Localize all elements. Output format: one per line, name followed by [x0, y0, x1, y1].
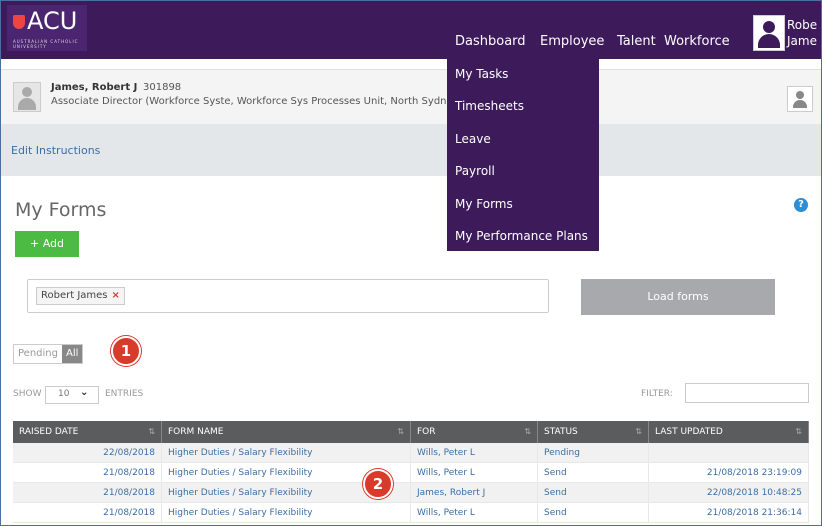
user-avatar-icon[interactable] [753, 15, 785, 51]
callout-badge-2: 2 [363, 469, 393, 499]
cell-for: Wills, Peter L [410, 502, 538, 523]
menu-item-my-performance-plans[interactable]: My Performance Plans [455, 229, 588, 243]
table-row[interactable]: 21/08/2018 Higher Duties / Salary Flexib… [13, 462, 809, 483]
show-label: SHOW [13, 389, 42, 399]
acu-logo[interactable]: ACU AUSTRALIAN CATHOLIC UNIVERSITY [7, 5, 87, 51]
menu-item-my-forms[interactable]: My Forms [455, 197, 513, 211]
table-row[interactable]: 21/08/2018 Higher Duties / Salary Flexib… [13, 482, 809, 503]
cell-status: Send [537, 462, 649, 483]
sort-icon: ⇅ [397, 427, 404, 436]
load-forms-button[interactable]: Load forms [581, 279, 775, 315]
header-label: FOR [417, 427, 436, 437]
callout-badge-1: 1 [111, 336, 141, 366]
cell-last-updated [648, 443, 809, 463]
sort-icon: ⇅ [635, 427, 642, 436]
header-label: RAISED DATE [19, 427, 79, 437]
cell-form-name[interactable]: Higher Duties / Salary Flexibility [161, 443, 411, 463]
add-button[interactable]: + Add [15, 231, 79, 257]
cell-status: Send [537, 502, 649, 523]
header-label: FORM NAME [168, 427, 224, 437]
top-nav-bar: ACU AUSTRALIAN CATHOLIC UNIVERSITY Dashb… [1, 1, 821, 59]
shield-icon [13, 15, 25, 29]
table-header-row: RAISED DATE ⇅ FORM NAME ⇅ FOR ⇅ STATUS ⇅ LAS… [13, 421, 809, 443]
chevron-down-icon: ⌄ [80, 387, 89, 398]
header-status[interactable]: STATUS ⇅ [537, 421, 649, 443]
cell-for: Wills, Peter L [410, 443, 538, 463]
filter-input[interactable] [685, 383, 809, 403]
entries-label: ENTRIES [105, 389, 144, 399]
app-window: ACU AUSTRALIAN CATHOLIC UNIVERSITY Dashb… [0, 0, 822, 526]
menu-item-timesheets[interactable]: Timesheets [455, 99, 524, 113]
entries-value: 10 [58, 389, 70, 399]
page-title: My Forms [15, 199, 107, 221]
menu-item-leave[interactable]: Leave [455, 132, 491, 146]
profile-name: James, Robert J [51, 82, 138, 93]
nav-employee[interactable]: Employee [540, 34, 604, 49]
profile-id: 301898 [143, 82, 182, 93]
profile-bar: James, Robert J 301898 Associate Directo… [1, 69, 821, 124]
menu-item-payroll[interactable]: Payroll [455, 164, 495, 178]
cell-for: Wills, Peter L [410, 462, 538, 483]
person-avatar-icon [13, 82, 41, 112]
cell-raised-date: 22/08/2018 [13, 443, 162, 463]
sort-icon: ⇅ [795, 427, 802, 436]
header-last-updated[interactable]: LAST UPDATED ⇅ [648, 421, 809, 443]
nav-talent[interactable]: Talent [617, 34, 656, 49]
header-raised-date[interactable]: RAISED DATE ⇅ [13, 421, 162, 443]
menu-item-my-tasks[interactable]: My Tasks [455, 67, 508, 81]
table-row[interactable]: 21/08/2018 Higher Duties / Salary Flexib… [13, 502, 809, 523]
chip-remove-icon[interactable]: × [112, 290, 120, 301]
employee-dropdown-menu: My Tasks Timesheets Leave Payroll My For… [447, 59, 599, 251]
cell-raised-date: 21/08/2018 [13, 462, 162, 483]
cell-last-updated: 21/08/2018 21:36:14 [648, 502, 809, 523]
cell-last-updated: 22/08/2018 10:48:25 [648, 482, 809, 503]
cell-raised-date: 21/08/2018 [13, 482, 162, 503]
header-form-name[interactable]: FORM NAME ⇅ [161, 421, 411, 443]
profile-user-icon[interactable] [787, 86, 813, 112]
cell-raised-date: 21/08/2018 [13, 502, 162, 523]
toggle-all[interactable]: All [61, 345, 83, 363]
filter-label: FILTER: [641, 389, 673, 399]
cell-form-name[interactable]: Higher Duties / Salary Flexibility [161, 502, 411, 523]
cell-status: Send [537, 482, 649, 503]
help-icon[interactable]: ? [794, 198, 808, 212]
sort-icon: ⇅ [148, 427, 155, 436]
sort-icon: ⇅ [524, 427, 531, 436]
entries-select[interactable]: 10 ⌄ [45, 386, 99, 404]
cell-status: Pending [537, 443, 649, 463]
edit-instructions-link[interactable]: Edit Instructions [11, 144, 100, 157]
logo-subtitle: AUSTRALIAN CATHOLIC UNIVERSITY [13, 39, 79, 49]
cell-last-updated: 21/08/2018 23:19:09 [648, 462, 809, 483]
profile-role: Associate Director (Workforce Syste, Wor… [51, 96, 453, 107]
header-label: LAST UPDATED [655, 427, 723, 437]
instructions-bar: Edit Instructions [1, 124, 821, 176]
forms-table: RAISED DATE ⇅ FORM NAME ⇅ FOR ⇅ STATUS ⇅ LAS… [13, 421, 809, 523]
cell-for: James, Robert J [410, 482, 538, 503]
logo-text: ACU [27, 7, 78, 35]
header-label: STATUS [544, 427, 578, 437]
toggle-pending[interactable]: Pending [14, 345, 62, 363]
chip-label: Robert James [41, 290, 108, 301]
employee-chip: Robert James × [36, 287, 125, 305]
nav-dashboard[interactable]: Dashboard [455, 34, 526, 49]
table-row[interactable]: 22/08/2018 Higher Duties / Salary Flexib… [13, 443, 809, 463]
nav-workforce[interactable]: Workforce [664, 34, 730, 49]
status-toggle: Pending All [13, 344, 84, 364]
header-for[interactable]: FOR ⇅ [410, 421, 538, 443]
user-name[interactable]: Robe Jame [787, 17, 817, 49]
employee-search-input[interactable]: Robert James × [27, 279, 549, 313]
